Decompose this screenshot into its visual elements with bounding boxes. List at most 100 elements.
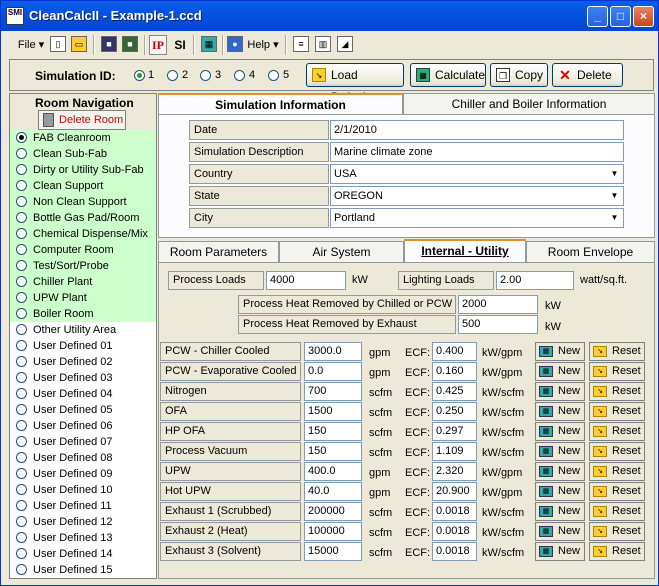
reset-button[interactable]: ↘ Reset xyxy=(589,542,645,561)
new-button[interactable]: ▦ New xyxy=(535,462,585,481)
maximize-button[interactable]: □ xyxy=(610,6,631,27)
reset-button[interactable]: ↘ Reset xyxy=(589,442,645,461)
delete-room-button[interactable]: Delete Room xyxy=(38,110,126,130)
room-radio[interactable] xyxy=(16,356,27,367)
sim-id-radio-3[interactable] xyxy=(200,70,211,81)
reset-button[interactable]: ↘ Reset xyxy=(589,502,645,521)
room-item[interactable]: Clean Support xyxy=(10,178,156,194)
tab-room-envelope[interactable]: Room Envelope xyxy=(526,241,655,263)
room-radio[interactable] xyxy=(16,516,27,527)
country-select[interactable]: USA ▼ xyxy=(330,164,624,184)
sim-id-radio-5[interactable] xyxy=(268,70,279,81)
room-radio[interactable] xyxy=(16,244,27,255)
new-button[interactable]: ▦ New xyxy=(535,542,585,561)
tab-air-system[interactable]: Air System xyxy=(279,241,404,263)
new-button[interactable]: ▦ New xyxy=(535,522,585,541)
date-input[interactable]: 2/1/2010 xyxy=(330,120,624,140)
room-item[interactable]: User Defined 01 xyxy=(10,338,156,354)
room-radio[interactable] xyxy=(16,468,27,479)
new-button[interactable]: ▦ New xyxy=(535,362,585,381)
room-item[interactable]: User Defined 15 xyxy=(10,562,156,578)
utility-value-input[interactable]: 3000.0 xyxy=(304,342,362,361)
room-radio[interactable] xyxy=(16,132,27,143)
room-radio[interactable] xyxy=(16,228,27,239)
room-item[interactable]: User Defined 05 xyxy=(10,402,156,418)
calculator-icon[interactable]: ▦ xyxy=(201,36,217,52)
ip-units-button[interactable]: IP xyxy=(149,35,167,55)
lighting-loads-input[interactable]: 2.00 xyxy=(496,271,574,290)
reset-button[interactable]: ↘ Reset xyxy=(589,402,645,421)
new-button[interactable]: ▦ New xyxy=(535,502,585,521)
room-item[interactable]: User Defined 10 xyxy=(10,482,156,498)
room-radio[interactable] xyxy=(16,500,27,511)
room-item[interactable]: User Defined 13 xyxy=(10,530,156,546)
open-folder-icon[interactable]: ▭ xyxy=(71,36,87,52)
room-radio[interactable] xyxy=(16,548,27,559)
room-item[interactable]: User Defined 06 xyxy=(10,418,156,434)
ecf-input[interactable]: 0.425 xyxy=(432,382,477,401)
minimize-button[interactable]: _ xyxy=(587,6,608,27)
room-radio[interactable] xyxy=(16,436,27,447)
reset-button[interactable]: ↘ Reset xyxy=(589,462,645,481)
new-button[interactable]: ▦ New xyxy=(535,342,585,361)
room-item[interactable]: Computer Room xyxy=(10,242,156,258)
room-item[interactable]: User Defined 11 xyxy=(10,498,156,514)
room-item[interactable]: Bottle Gas Pad/Room xyxy=(10,210,156,226)
room-item[interactable]: User Defined 02 xyxy=(10,354,156,370)
room-radio[interactable] xyxy=(16,164,27,175)
room-radio[interactable] xyxy=(16,180,27,191)
utility-value-input[interactable]: 15000 xyxy=(304,542,362,561)
room-item[interactable]: Boiler Room xyxy=(10,306,156,322)
room-item[interactable]: User Defined 09 xyxy=(10,466,156,482)
sim-id-radio-2[interactable] xyxy=(167,70,178,81)
room-item[interactable]: FAB Cleanroom xyxy=(10,130,156,146)
room-radio[interactable] xyxy=(16,564,27,575)
room-item[interactable]: User Defined 14 xyxy=(10,546,156,562)
file-menu[interactable]: File ▾ xyxy=(15,35,47,55)
utility-value-input[interactable]: 400.0 xyxy=(304,462,362,481)
new-button[interactable]: ▦ New xyxy=(535,482,585,501)
room-item[interactable]: Test/Sort/Probe xyxy=(10,258,156,274)
room-radio[interactable] xyxy=(16,452,27,463)
report-icon[interactable]: ≡ xyxy=(293,36,309,52)
ecf-input[interactable]: 0.250 xyxy=(432,402,477,421)
room-radio[interactable] xyxy=(16,260,27,271)
delete-button[interactable]: ✕ Delete xyxy=(552,63,623,87)
graph-icon[interactable]: ◢ xyxy=(337,36,353,52)
new-button[interactable]: ▦ New xyxy=(535,382,585,401)
utility-value-input[interactable]: 150 xyxy=(304,422,362,441)
sim-id-radio-1[interactable] xyxy=(134,70,145,81)
ecf-input[interactable]: 0.0018 xyxy=(432,522,477,541)
room-item[interactable]: User Defined 03 xyxy=(10,370,156,386)
room-radio[interactable] xyxy=(16,420,27,431)
room-item[interactable]: Chemical Dispense/Mix xyxy=(10,226,156,242)
room-item[interactable]: Clean Sub-Fab xyxy=(10,146,156,162)
state-select[interactable]: OREGON ▼ xyxy=(330,186,624,206)
reset-button[interactable]: ↘ Reset xyxy=(589,382,645,401)
close-button[interactable]: × xyxy=(633,6,654,27)
room-radio[interactable] xyxy=(16,324,27,335)
save-icon[interactable]: ■ xyxy=(101,36,117,52)
ecf-input[interactable]: 1.109 xyxy=(432,442,477,461)
reset-button[interactable]: ↘ Reset xyxy=(589,342,645,361)
room-radio[interactable] xyxy=(16,388,27,399)
utility-value-input[interactable]: 200000 xyxy=(304,502,362,521)
save-all-icon[interactable]: ■ xyxy=(122,36,138,52)
pcw-heat-input[interactable]: 2000 xyxy=(458,295,538,314)
utility-value-input[interactable]: 40.0 xyxy=(304,482,362,501)
room-radio[interactable] xyxy=(16,292,27,303)
ecf-input[interactable]: 0.297 xyxy=(432,422,477,441)
help-user-icon[interactable]: ● xyxy=(227,36,243,52)
reset-button[interactable]: ↘ Reset xyxy=(589,362,645,381)
room-item[interactable]: UPW Plant xyxy=(10,290,156,306)
room-radio[interactable] xyxy=(16,196,27,207)
city-select[interactable]: Portland ▼ xyxy=(330,208,624,228)
new-button[interactable]: ▦ New xyxy=(535,422,585,441)
reset-button[interactable]: ↘ Reset xyxy=(589,522,645,541)
process-loads-input[interactable]: 4000 xyxy=(266,271,346,290)
ecf-input[interactable]: 0.400 xyxy=(432,342,477,361)
chevron-down-icon[interactable]: ▼ xyxy=(607,188,622,204)
utility-value-input[interactable]: 1500 xyxy=(304,402,362,421)
room-radio[interactable] xyxy=(16,212,27,223)
room-radio[interactable] xyxy=(16,532,27,543)
